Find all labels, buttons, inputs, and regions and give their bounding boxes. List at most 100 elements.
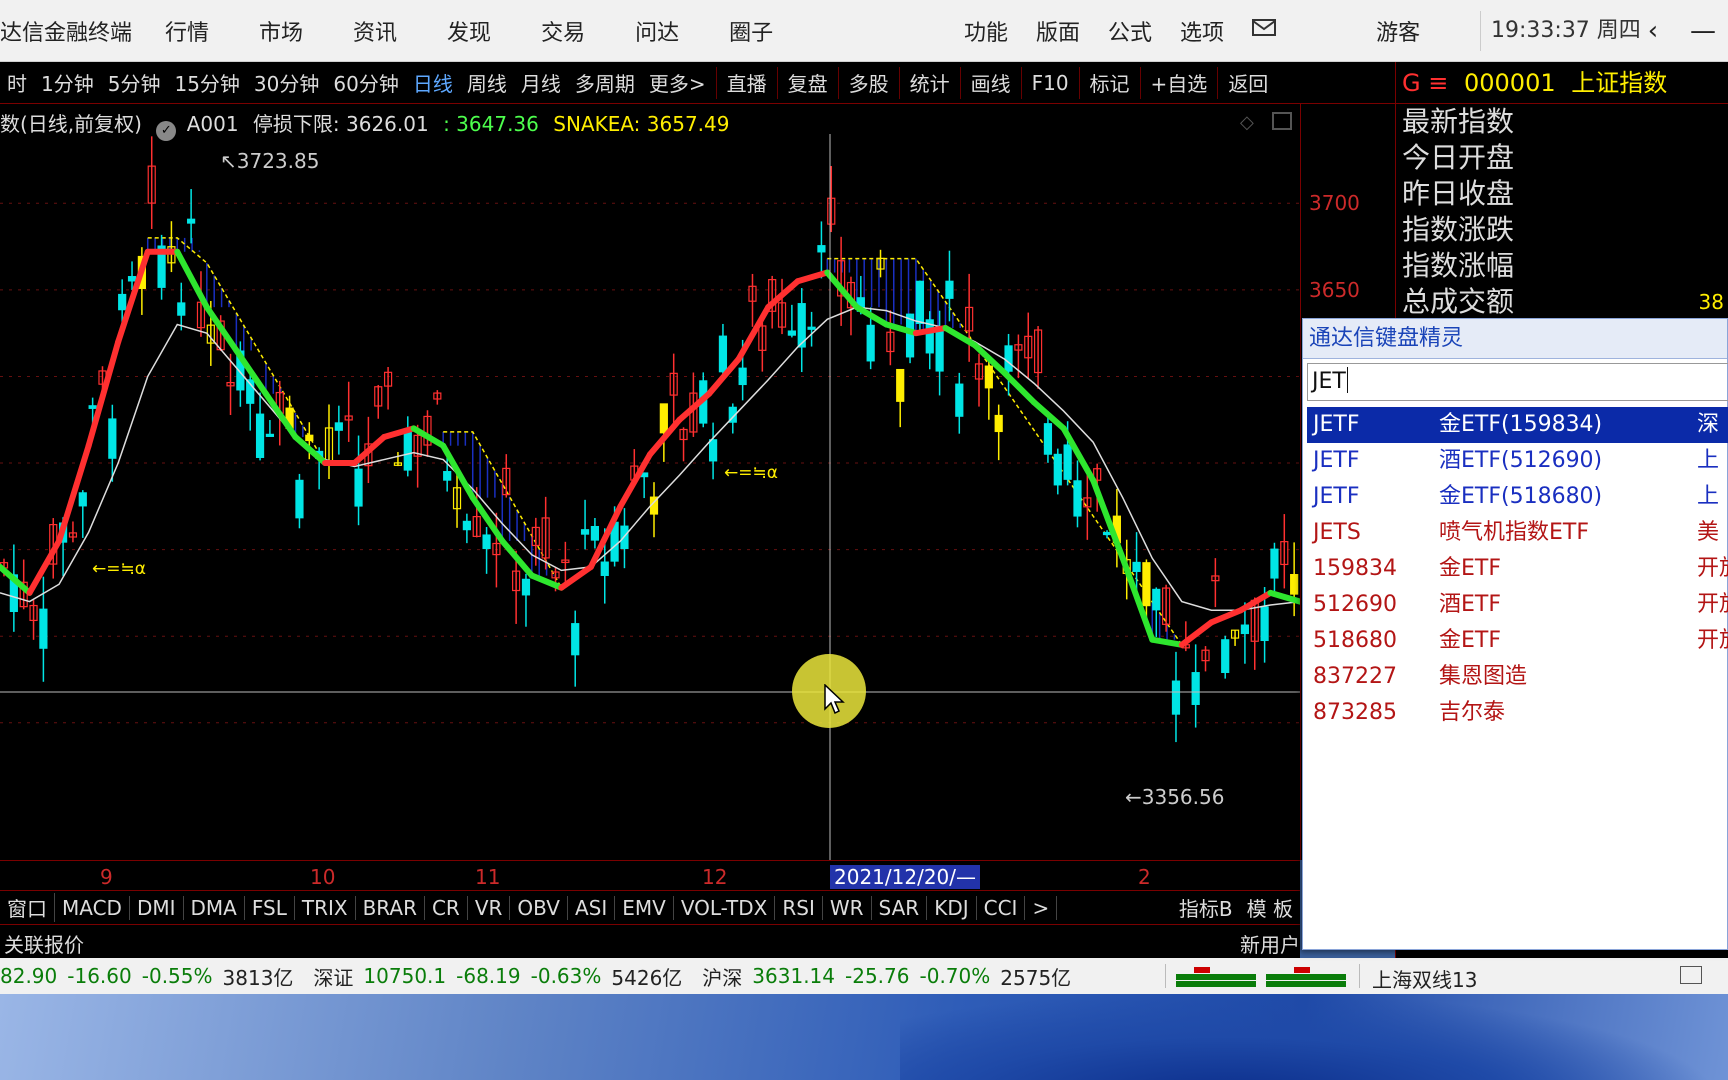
wizard-search-input[interactable]: JET [1307, 363, 1728, 401]
wizard-item-name: 集恩图造 [1439, 664, 1528, 689]
wizard-result-item[interactable]: 512690 酒ETF 开放 [1307, 587, 1728, 623]
tool-huaxian[interactable]: 画线 [964, 68, 1018, 97]
tool-f10[interactable]: F10 [1025, 71, 1076, 95]
candle-body [935, 329, 944, 372]
group-marker[interactable]: G ≡ [1402, 69, 1448, 97]
ind-obv[interactable]: OBV [510, 895, 568, 920]
ind-asi[interactable]: ASI [568, 895, 616, 920]
menu-hangqing[interactable]: 行情 [140, 15, 234, 47]
related-quote-label[interactable]: 关联报价 [4, 929, 84, 958]
connection-label[interactable]: 上海双线13 [1372, 964, 1477, 993]
wizard-result-item[interactable]: JETF 金ETF(159834) 深 [1307, 407, 1728, 443]
kline-chart[interactable]: ↖3723.85 ←3356.56 ←=≒α ←=≒α 数(日线,前复权) ✓ A00… [0, 104, 1303, 860]
minimize-icon[interactable]: — [1678, 16, 1728, 46]
ind-dmi[interactable]: DMI [130, 895, 184, 920]
ind-sar[interactable]: SAR [872, 895, 928, 920]
wizard-item-type: 开放 [1697, 556, 1728, 581]
ind-wr[interactable]: WR [823, 895, 872, 920]
menu-shichang[interactable]: 市场 [234, 15, 328, 47]
period-15min[interactable]: 15分钟 [167, 68, 246, 97]
period-30min[interactable]: 30分钟 [247, 68, 326, 97]
wizard-item-name: 金ETF [1439, 556, 1501, 581]
toolbar-separator [776, 66, 778, 99]
wizard-result-item[interactable]: JETF 金ETF(518680) 上 [1307, 479, 1728, 515]
quote-row: 指数涨跌 [1402, 213, 1515, 246]
menu-faxian[interactable]: 发现 [422, 15, 516, 47]
menu-xuanxiang[interactable]: 选项 [1166, 15, 1238, 47]
wizard-result-item[interactable]: 159834 金ETF 开放 [1307, 551, 1728, 587]
wizard-result-item[interactable]: 873285 吉尔泰 [1307, 695, 1728, 731]
ind-cci[interactable]: CCI [977, 895, 1026, 920]
tool-fupan[interactable]: 复盘 [781, 68, 835, 97]
mail-icon[interactable] [1238, 18, 1292, 44]
menu-wenda[interactable]: 问达 [610, 15, 704, 47]
diamond-icon[interactable]: ◇ [1240, 112, 1254, 133]
wizard-result-item[interactable]: JETS 喷气机指数ETF 美 [1307, 515, 1728, 551]
ind-more[interactable]: > [1025, 895, 1058, 920]
menu-quanzi[interactable]: 圈子 [704, 15, 798, 47]
ind-kdj[interactable]: KDJ [927, 895, 977, 920]
new-user-label[interactable]: 新用户 [1240, 929, 1300, 958]
period-more[interactable]: 更多> [642, 68, 713, 97]
menu-gongshi[interactable]: 公式 [1094, 15, 1166, 47]
toolbar-separator [1020, 66, 1022, 99]
candle-body [1043, 423, 1053, 455]
user-label[interactable]: 游客 [1362, 15, 1434, 47]
menu-zixun[interactable]: 资讯 [328, 15, 422, 47]
ind-fsl[interactable]: FSL [245, 895, 295, 920]
hs-pct: -0.70% [919, 964, 991, 988]
keyboard-wizard-popup: 通达信键盘精灵 JET JETF 金ETF(159834) 深 JETF 酒ETF(51… [1302, 318, 1728, 950]
menu-jiaoyi[interactable]: 交易 [516, 15, 610, 47]
ind-b[interactable]: 指标B [1172, 893, 1240, 922]
tool-biaoji[interactable]: 标记 [1083, 68, 1137, 97]
ind-cr[interactable]: CR [425, 895, 468, 920]
ind-dma[interactable]: DMA [184, 895, 245, 920]
period-monthly[interactable]: 月线 [514, 68, 568, 97]
related-quote-bar: 关联报价 新用户 [0, 924, 1300, 958]
ind-rsi[interactable]: RSI [775, 895, 823, 920]
wizard-result-item[interactable]: JETF 酒ETF(512690) 上 [1307, 443, 1728, 479]
text-caret [1346, 367, 1348, 393]
candle-body [1260, 606, 1269, 642]
ind-vr[interactable]: VR [468, 895, 511, 920]
period-weekly[interactable]: 周线 [460, 68, 514, 97]
period-multi[interactable]: 多周期 [568, 68, 642, 97]
candle-body [177, 302, 186, 316]
ind-trix[interactable]: TRIX [295, 895, 356, 920]
period-1min[interactable]: 1分钟 [34, 68, 101, 97]
chart-canvas[interactable]: ↖3723.85 ←3356.56 ←=≒α ←=≒α [0, 104, 1303, 860]
check-icon[interactable]: ✓ [156, 121, 177, 141]
ind-window[interactable]: 窗口 [0, 893, 55, 922]
tool-back[interactable]: 返回 [1221, 68, 1275, 97]
sh-pct: -0.55% [141, 964, 213, 988]
title-right-menus: 功能 版面 公式 选项 游客 [950, 15, 1434, 47]
layout-icon[interactable] [1680, 966, 1702, 984]
wizard-item-name: 吉尔泰 [1439, 700, 1506, 725]
period-daily[interactable]: 日线 [406, 68, 460, 97]
period-5min[interactable]: 5分钟 [101, 68, 168, 97]
indicator-a001: A001 [186, 112, 239, 136]
period-60min[interactable]: 60分钟 [326, 68, 405, 97]
wizard-input-text: JET [1312, 369, 1346, 394]
ind-template[interactable]: 模 板 [1240, 893, 1300, 922]
candle-body [1171, 680, 1181, 715]
period-tick[interactable]: 时 [0, 68, 34, 97]
tool-duogu[interactable]: 多股 [842, 68, 896, 97]
candle-body [78, 492, 87, 507]
candle-body [807, 326, 816, 330]
ind-brar[interactable]: BRAR [356, 895, 425, 920]
panel-toggle-icon[interactable] [1272, 112, 1292, 130]
back-arrow-icon[interactable]: ‹ [1628, 16, 1678, 46]
ind-macd[interactable]: MACD [55, 895, 130, 920]
tool-tongji[interactable]: 统计 [903, 68, 957, 97]
tool-add-watchlist[interactable]: +自选 [1144, 68, 1215, 97]
ind-vol-tdx[interactable]: VOL-TDX [674, 895, 776, 920]
menu-banmian[interactable]: 版面 [1022, 15, 1094, 47]
candle-body [1191, 672, 1200, 705]
menu-gongneng[interactable]: 功能 [950, 15, 1022, 47]
wizard-result-item[interactable]: 837227 集恩图造 [1307, 659, 1728, 695]
wizard-result-item[interactable]: 518680 金ETF 开放 [1307, 623, 1728, 659]
ind-emv[interactable]: EMV [615, 895, 674, 920]
app-title: 达信金融终端 [0, 20, 133, 46]
tool-zhibo[interactable]: 直播 [720, 68, 774, 97]
